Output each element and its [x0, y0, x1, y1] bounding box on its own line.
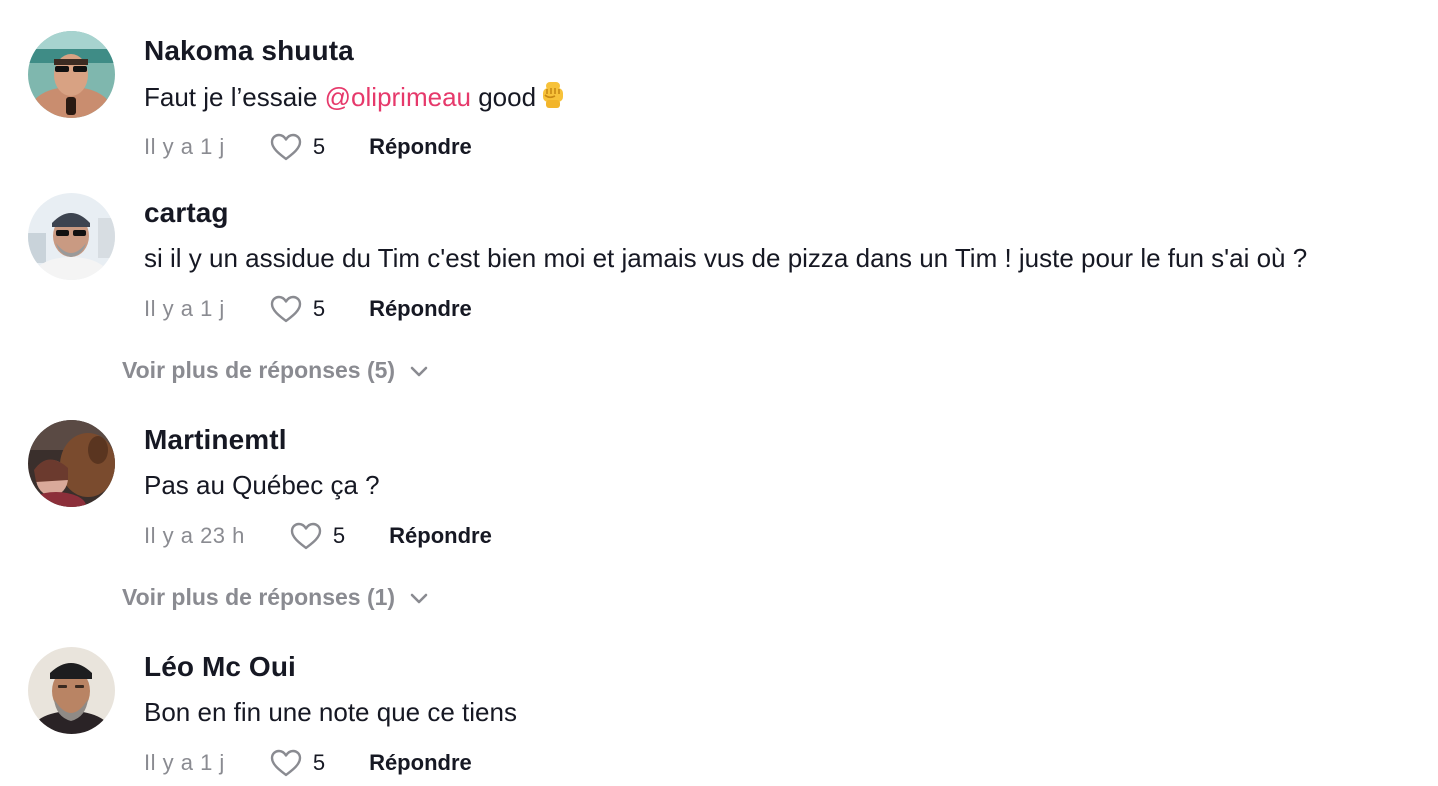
like-count: 5 [312, 296, 326, 321]
heart-outline-icon [270, 295, 302, 323]
comment-text: Bon en fin une note que ce tiens [144, 697, 517, 727]
comment-text: Faut je l’essaie @oliprimeau good [144, 81, 566, 116]
mention-link[interactable]: @oliprimeau [325, 82, 471, 112]
username[interactable]: Nakoma shuuta [144, 35, 354, 67]
reply-button[interactable]: Répondre [389, 523, 492, 549]
heart-outline-icon [290, 522, 322, 550]
avatar[interactable] [28, 31, 115, 118]
username[interactable]: cartag [144, 197, 229, 229]
heart-outline-icon [270, 133, 302, 161]
timestamp: Il y a 1 j [144, 296, 225, 321]
timestamp: Il y a 1 j [144, 750, 225, 775]
avatar[interactable] [28, 647, 115, 734]
heart-outline-icon [270, 749, 302, 777]
raised-fist-emoji-icon [540, 81, 566, 116]
username[interactable]: Martinemtl [144, 424, 287, 456]
chevron-down-icon [410, 593, 428, 603]
comment-meta: Il y a 23 h 5 Répondre [144, 518, 492, 554]
timestamp: Il y a 1 j [144, 134, 225, 159]
chevron-down-icon [410, 366, 428, 376]
like-count: 5 [332, 523, 346, 548]
reply-button[interactable]: Répondre [369, 296, 472, 322]
reply-button[interactable]: Répondre [369, 134, 472, 160]
comment-text: si il y un assidue du Tim c'est bien moi… [144, 243, 1308, 273]
like-count: 5 [312, 134, 326, 159]
comment-text-part: Faut je l’essaie [144, 82, 325, 112]
like-button[interactable]: 5 [269, 748, 325, 778]
view-more-replies-button[interactable]: Voir plus de réponses (5) [122, 357, 429, 384]
comment-meta: Il y a 1 j 5 Répondre [144, 745, 472, 781]
like-button[interactable]: 5 [269, 132, 325, 162]
comment-meta: Il y a 1 j 5 Répondre [144, 129, 472, 165]
like-button[interactable]: 5 [269, 294, 325, 324]
comment-text: Pas au Québec ça ? [144, 470, 380, 500]
view-more-replies-button[interactable]: Voir plus de réponses (1) [122, 584, 429, 611]
view-more-replies-label: Voir plus de réponses (1) [122, 584, 396, 610]
view-more-replies-label: Voir plus de réponses (5) [122, 357, 396, 383]
timestamp: Il y a 23 h [144, 523, 245, 548]
username[interactable]: Léo Mc Oui [144, 651, 296, 683]
like-button[interactable]: 5 [289, 521, 345, 551]
avatar[interactable] [28, 193, 115, 280]
avatar[interactable] [28, 420, 115, 507]
like-count: 5 [312, 750, 326, 775]
reply-button[interactable]: Répondre [369, 750, 472, 776]
comment-text-part: good [471, 82, 537, 112]
comment-meta: Il y a 1 j 5 Répondre [144, 291, 472, 327]
